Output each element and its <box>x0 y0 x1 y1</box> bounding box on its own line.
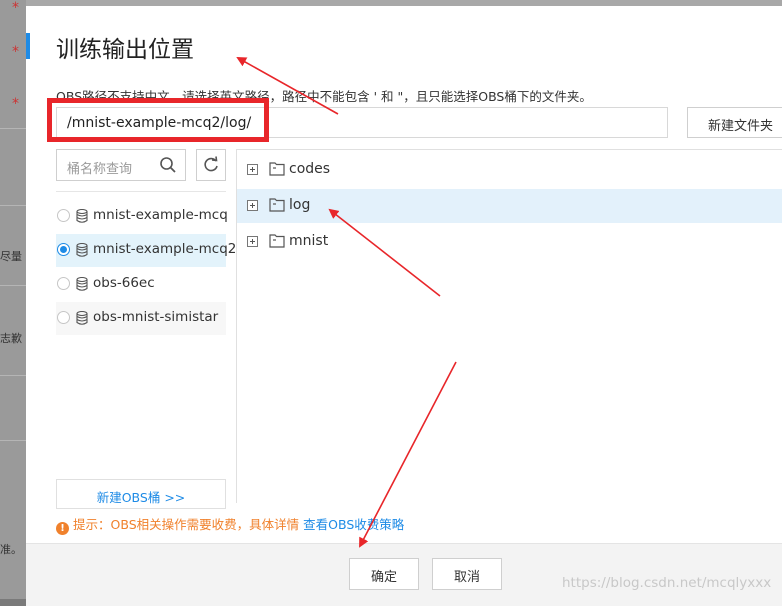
folder-row-selected[interactable]: log <box>237 189 782 223</box>
bucket-search-input[interactable]: 桶名称查询 <box>56 149 186 181</box>
bucket-name: obs-66ec <box>93 275 155 291</box>
bucket-item[interactable]: obs-mnist-simistar <box>56 302 226 335</box>
bucket-radio[interactable] <box>57 311 70 324</box>
bucket-name: obs-mnist-simistar <box>93 309 219 325</box>
required-asterisk: * <box>12 44 19 60</box>
folder-icon <box>269 198 285 212</box>
refresh-button[interactable] <box>196 149 226 181</box>
dialog-title: 训练输出位置 <box>56 37 194 63</box>
confirm-button[interactable]: 确定 <box>349 558 419 590</box>
background-form-strip: * * * 尽量 志歉 准。 <box>0 0 26 599</box>
folder-icon <box>269 162 285 176</box>
background-divider <box>0 285 26 286</box>
bucket-radio-checked[interactable] <box>57 243 70 256</box>
required-asterisk: * <box>12 0 19 16</box>
new-obs-bucket-button[interactable]: 新建OBS桶 >> <box>56 479 226 509</box>
annotation-highlight-box <box>47 98 269 142</box>
bucket-name: mnist-example-mcq2 <box>93 241 237 257</box>
cancel-button[interactable]: 取消 <box>432 558 502 590</box>
bucket-radio[interactable] <box>57 209 70 222</box>
search-icon[interactable] <box>159 156 177 174</box>
background-fragment-text: 尽量 <box>0 250 22 263</box>
dialog-footer: 确定 取消 https://blog.csdn.net/mcqlyxxx <box>26 543 782 606</box>
background-divider <box>0 440 26 441</box>
expand-plus-icon[interactable] <box>247 200 258 211</box>
expand-plus-icon[interactable] <box>247 164 258 175</box>
new-folder-button[interactable]: 新建文件夹 <box>687 107 782 138</box>
bucket-item-selected[interactable]: mnist-example-mcq2 <box>56 234 236 267</box>
database-icon <box>76 277 88 291</box>
bucket-search-placeholder: 桶名称查询 <box>67 162 133 177</box>
fee-policy-link[interactable]: 查看OBS收费策略 <box>303 517 404 532</box>
fee-tip: ! 提示：OBS相关操作需要收费，具体详情 查看OBS收费策略 <box>56 514 404 535</box>
folder-name: mnist <box>289 233 329 249</box>
watermark-text: https://blog.csdn.net/mcqlyxxx <box>562 575 772 591</box>
bucket-list-divider <box>56 191 226 192</box>
folder-name: codes <box>289 161 331 177</box>
fee-tip-text: 提示：OBS相关操作需要收费，具体详情 <box>73 517 300 532</box>
required-asterisk: * <box>12 96 19 112</box>
bucket-radio[interactable] <box>57 277 70 290</box>
output-location-dialog: 训练输出位置 OBS路径不支持中文，请选择英文路径，路径中不能包含 ' 和 "，… <box>26 6 782 606</box>
database-icon <box>76 311 88 325</box>
folder-panel: codes log mnist <box>236 149 782 503</box>
bucket-panel: 桶名称查询 mnist-example-mcq mnist-example-mc… <box>56 147 236 509</box>
bucket-name: mnist-example-mcq <box>93 207 228 223</box>
background-divider <box>0 128 26 129</box>
database-icon <box>76 243 88 257</box>
folder-icon <box>269 234 285 248</box>
folder-row[interactable]: codes <box>237 153 782 187</box>
folder-name: log <box>289 197 311 213</box>
database-icon <box>76 209 88 223</box>
title-accent-bar <box>26 33 30 59</box>
expand-plus-icon[interactable] <box>247 236 258 247</box>
background-divider <box>0 375 26 376</box>
background-fragment-text: 准。 <box>0 543 22 556</box>
bucket-item[interactable]: mnist-example-mcq <box>56 200 228 233</box>
bucket-item[interactable]: obs-66ec <box>56 268 226 301</box>
folder-row[interactable]: mnist <box>237 225 782 259</box>
exclamation-circle-icon: ! <box>56 522 69 535</box>
background-divider <box>0 205 26 206</box>
refresh-icon <box>204 156 218 172</box>
background-fragment-text: 志歉 <box>0 332 22 345</box>
